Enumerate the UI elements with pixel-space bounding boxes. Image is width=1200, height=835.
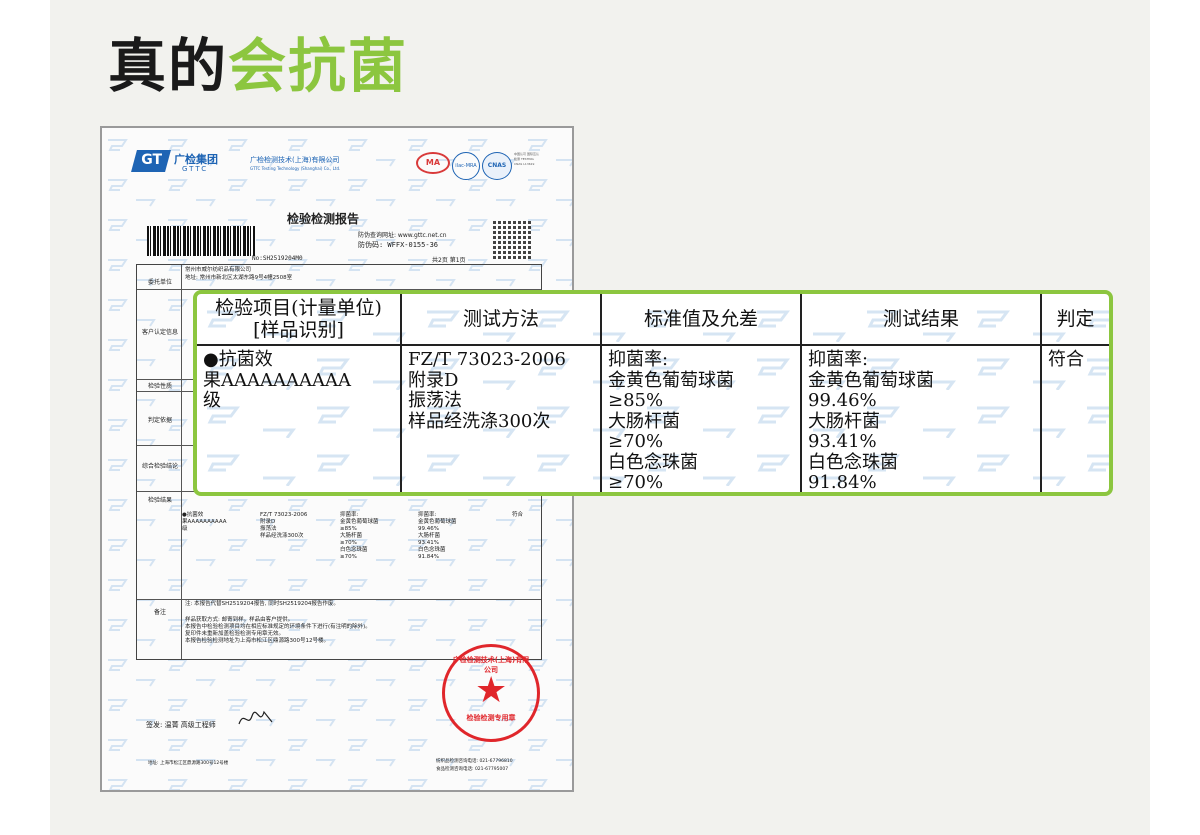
form-row-line	[137, 599, 541, 600]
remark-line-5: 本报告检验检测地址为上海市松江区鼎源路300号12号楼。	[185, 638, 329, 644]
page-info: 共2页 第1页	[432, 257, 466, 264]
cell-method: FZ/T 73023-2006 附录D 振荡法 样品经洗涤300次	[400, 344, 602, 492]
ilac-mra-icon: ilac-MRA	[452, 152, 480, 180]
phone-numbers: 纺织品检测咨询电话: 021-67796810 食品检测咨询电话: 021-67…	[436, 758, 513, 774]
headline-part1: 真的	[108, 32, 229, 100]
conclusion-label: 综合检验结论	[141, 463, 178, 470]
seal-star-icon: ★	[475, 670, 508, 711]
company-cn: 广检检测技术(上海)有限公司	[250, 156, 340, 164]
address-footer: 地址: 上海市松江区鼎源路300号12号楼	[148, 761, 229, 766]
mini-standard: 抑菌率: 金黄色葡萄球菌 ≥85% 大肠杆菌 ≥70% 白色念珠菌 ≥70%	[340, 512, 379, 560]
seal-use-text: 检验检测专用章	[466, 714, 516, 722]
signer: 签发: 温菁 高级工程师	[146, 721, 216, 729]
nature-label: 检验性质	[147, 383, 172, 390]
remark-line-3: 本报告中检验检测项目均在相应标准规定的环境条件下进行(有注明的除外)。	[185, 624, 371, 630]
company-en: GTTC Testing Technology (Shanghai) Co., …	[250, 166, 341, 171]
cell-item: ●抗菌效 果AAAAAAAAAA 级	[197, 344, 402, 492]
cnas-text: 中国认可 国际互认 检测 TESTING CNAS L13619	[514, 152, 539, 166]
signature-icon	[238, 710, 273, 725]
remark-line-1: 注: 本报告代替SH2519204报告, 同时SH2519204报告作废。	[185, 601, 339, 607]
mini-item: ●抗菌效 果AAAAAAAAAA 级	[182, 512, 227, 532]
report-number: No:SH2519204M0	[252, 255, 303, 262]
header-standard: 标准值及允差	[600, 294, 802, 346]
mini-result: 抑菌率: 金黄色葡萄球菌 99.46% 大肠杆菌 93.41% 白色念珠菌 91…	[418, 512, 457, 560]
remark-line-4: 复印件未重新加盖检验检测专用章无效。	[185, 631, 285, 637]
ma-cert-icon: MA	[416, 152, 450, 174]
cell-verdict: 符合	[1040, 344, 1109, 492]
anti-fake-url: 防伪查询网址: www.gttc.net.cn	[358, 232, 447, 239]
mini-results-table: ●抗菌效 果AAAAAAAAAA 级 FZ/T 73023-2006 附录D 振…	[182, 498, 540, 582]
cell-result: 抑菌率: 金黄色葡萄球菌 99.46% 大肠杆菌 93.41% 白色念珠菌 91…	[800, 344, 1042, 492]
results-table: 检验项目(计量单位) [样品识别] 测试方法 标准值及允差 测试结果 判定 ●抗…	[197, 294, 1109, 492]
mini-verdict: 符合	[512, 512, 524, 518]
report-title: 检验检测报告	[287, 212, 360, 226]
confirm-label: 客户认定信息	[141, 329, 178, 336]
cell-standard: 抑菌率: 金黄色葡萄球菌 ≥85% 大肠杆菌 ≥70% 白色念珠菌 ≥70%	[600, 344, 802, 492]
cnas-icon: CNAS	[482, 152, 512, 180]
header-method: 测试方法	[400, 294, 602, 346]
barcode-icon	[147, 226, 255, 256]
official-seal: 广检检测技术(上海)有限公司 ★ 检验检测专用章	[442, 644, 540, 742]
client-label: 委托单位	[147, 279, 172, 286]
table-row: ●抗菌效 果AAAAAAAAAA 级 FZ/T 73023-2006 附录D 振…	[197, 344, 1109, 492]
remark-line-2: 样品获取方式: 邮寄到样。样品由客户提供。	[185, 617, 294, 623]
mini-method: FZ/T 73023-2006 附录D 振荡法 样品经洗涤300次	[260, 512, 308, 539]
group-en: GTTC	[182, 165, 209, 173]
results-label: 检验结果	[147, 497, 172, 504]
client-name: 常州市威尔纺织品有限公司	[185, 267, 252, 273]
remarks-label: 备注	[153, 609, 166, 616]
phone-2: 食品检测咨询电话: 021-67795007	[436, 767, 509, 772]
table-header-row: 检验项目(计量单位) [样品识别] 测试方法 标准值及允差 测试结果 判定	[197, 294, 1109, 346]
basis-label: 判定依据	[147, 417, 172, 424]
qr-code-icon	[493, 221, 531, 259]
anti-fake-code: 防伪码: WFFX-0155-36	[358, 241, 439, 249]
zoomed-results-panel: 检验项目(计量单位) [样品识别] 测试方法 标准值及允差 测试结果 判定 ●抗…	[193, 290, 1113, 496]
gttc-logo-icon: GT	[131, 150, 171, 172]
page-headline: 真的会抗菌	[108, 30, 408, 102]
header-result: 测试结果	[800, 294, 1042, 346]
header-item: 检验项目(计量单位) [样品识别]	[197, 294, 402, 346]
client-address: 地址: 常州市新北区太湖东路9号4幢2508室	[185, 275, 293, 281]
headline-part2: 会抗菌	[228, 32, 409, 100]
phone-1: 纺织品检测咨询电话: 021-67796810	[436, 759, 513, 764]
header-verdict: 判定	[1040, 294, 1109, 346]
